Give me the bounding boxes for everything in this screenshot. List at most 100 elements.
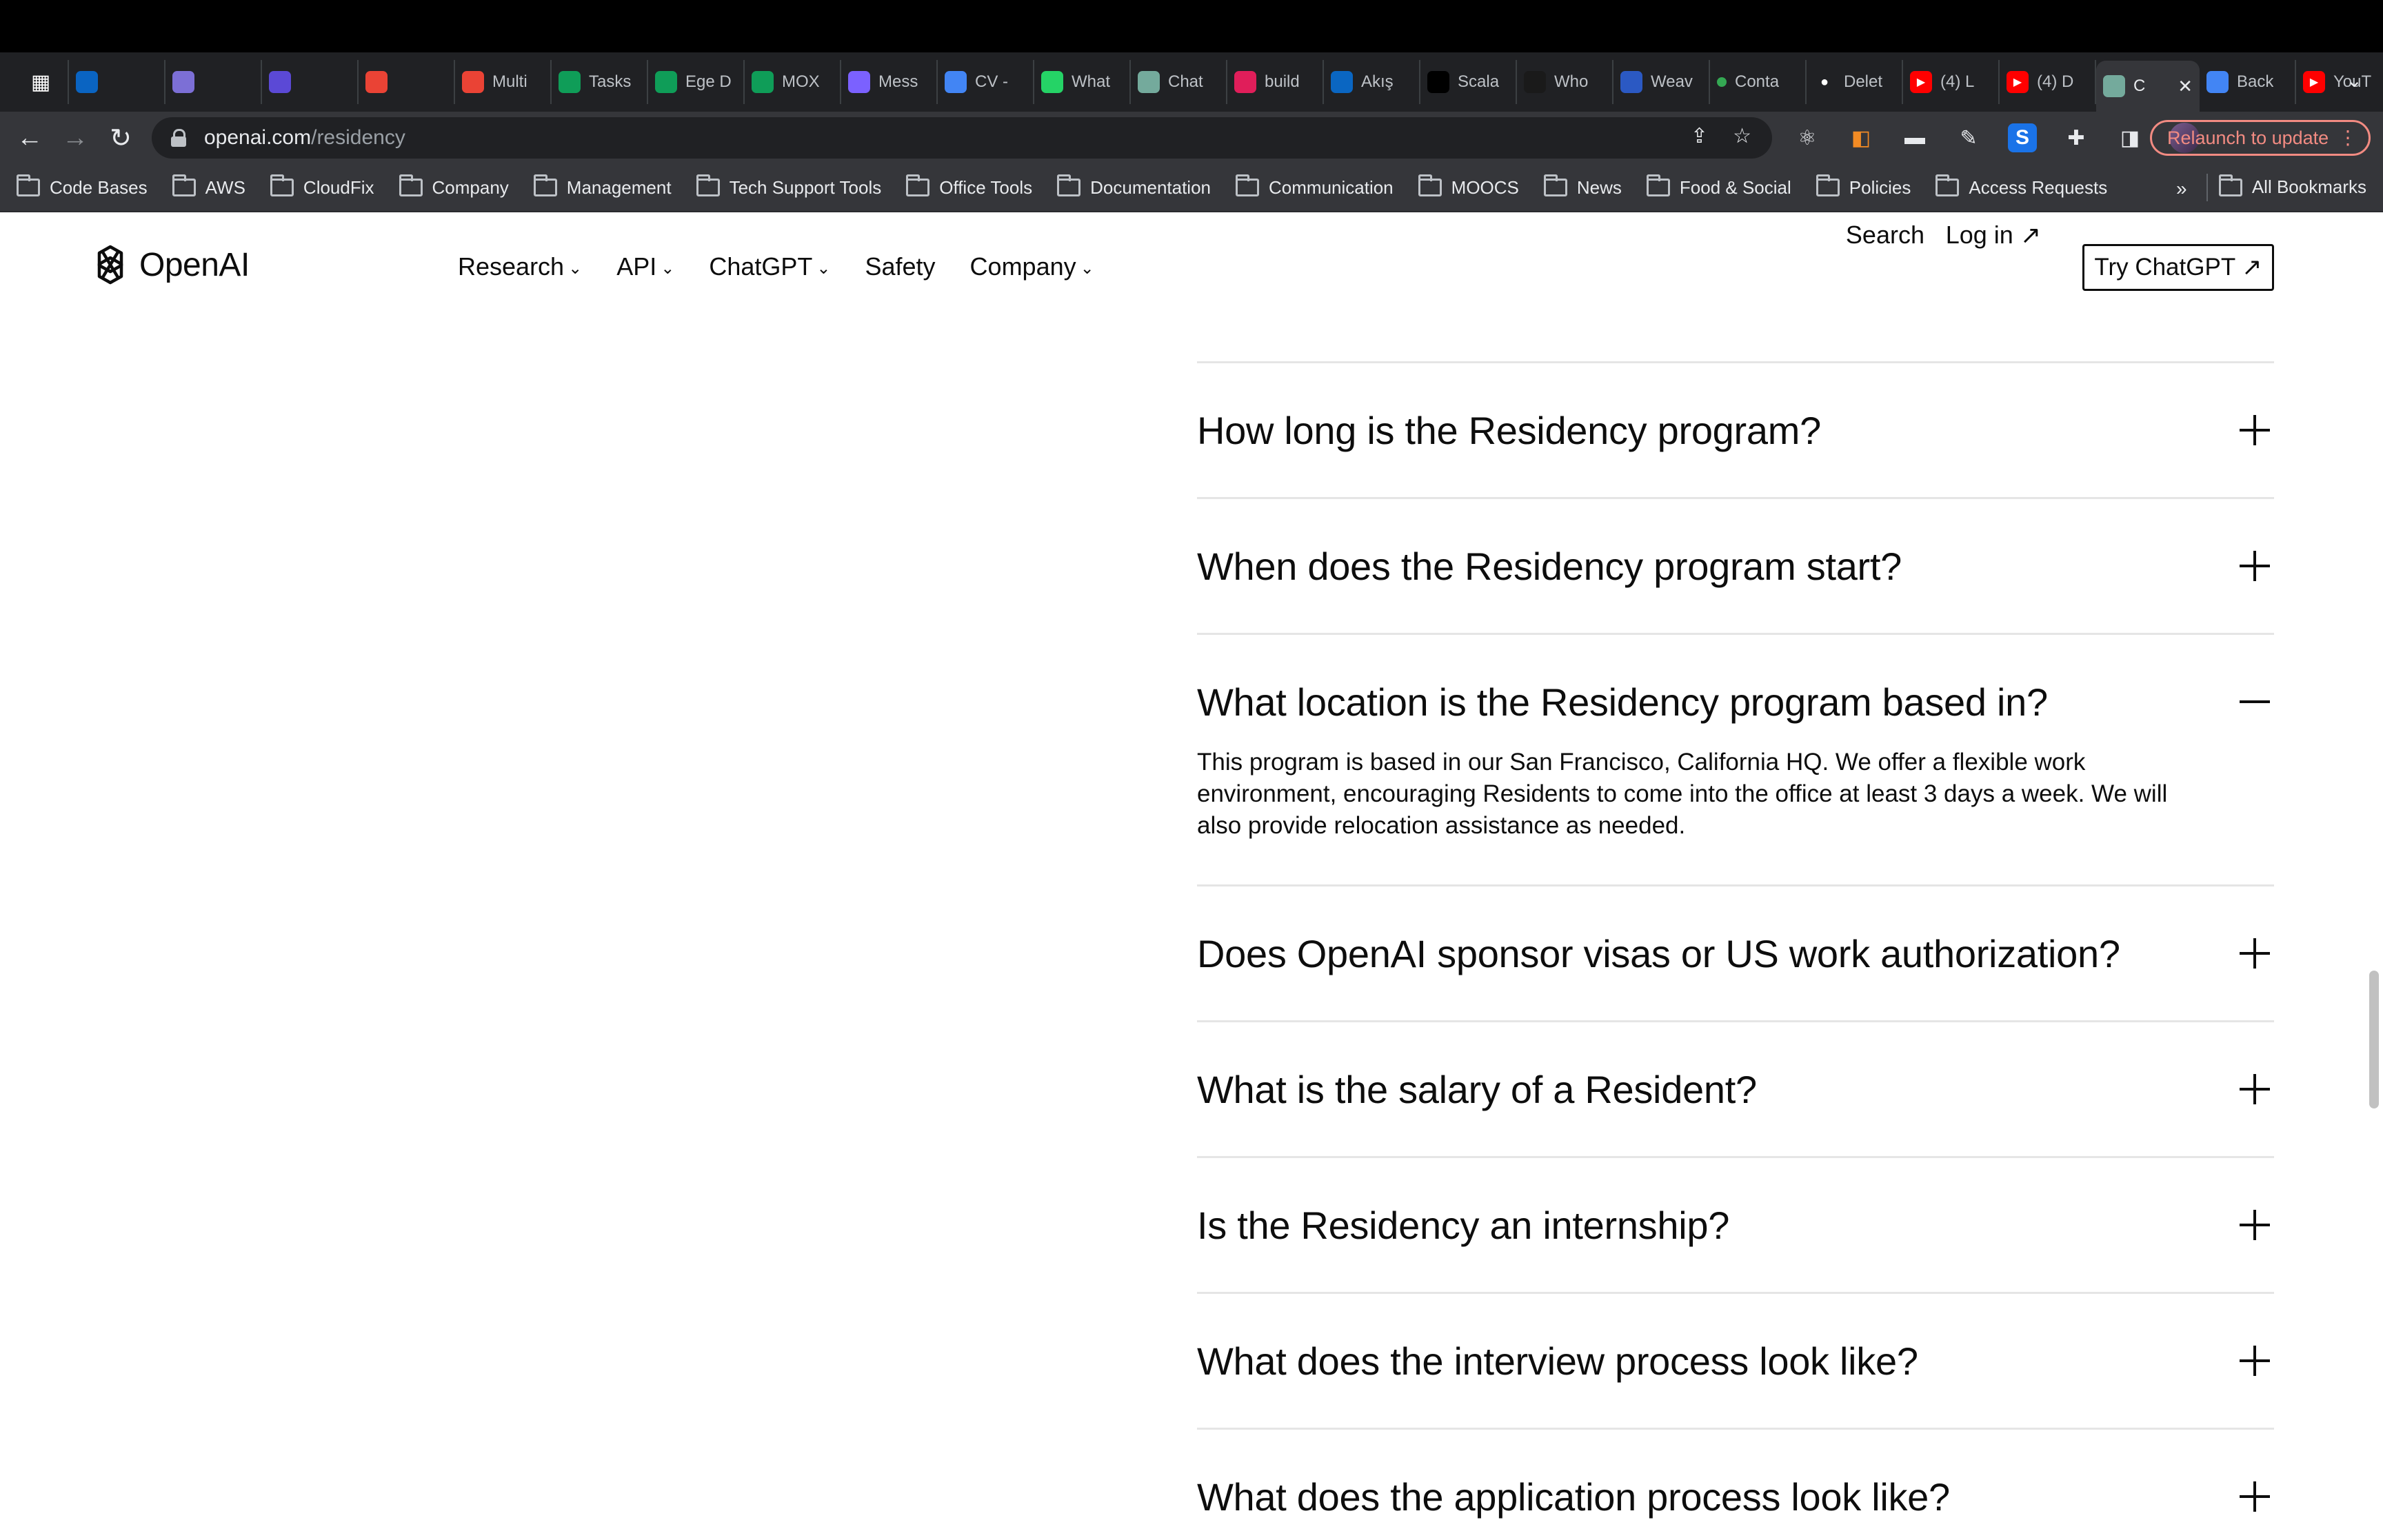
faq-question-toggle[interactable]: Does OpenAI sponsor visas or US work aut… bbox=[1197, 886, 2274, 1020]
faq-item: What does the interview process look lik… bbox=[1197, 1292, 2274, 1428]
search-link[interactable]: Search bbox=[1846, 221, 1924, 250]
react-devtools-icon[interactable]: ⚛ bbox=[1793, 123, 1822, 152]
lock-icon[interactable] bbox=[171, 129, 186, 147]
bookmark-folder[interactable]: Code Bases bbox=[17, 174, 148, 199]
messenger-icon bbox=[848, 71, 870, 93]
relaunch-button[interactable]: Relaunch to update ⋮ bbox=[2150, 120, 2371, 156]
browser-tab[interactable]: Akış bbox=[1324, 60, 1420, 104]
faq-question-toggle[interactable]: What does the application process look l… bbox=[1197, 1430, 2274, 1540]
bookmark-folder[interactable]: Communication bbox=[1236, 174, 1394, 199]
bookmark-folder[interactable]: Office Tools bbox=[906, 174, 1032, 199]
bookmark-folder[interactable]: Management bbox=[533, 174, 672, 199]
browser-tab[interactable]: MOX bbox=[745, 60, 841, 104]
browser-tab[interactable]: Back bbox=[2200, 60, 2296, 104]
bookmark-folder[interactable]: Tech Support Tools bbox=[696, 174, 881, 199]
url-host: openai.com bbox=[204, 126, 312, 149]
nav-item-safety[interactable]: Safety bbox=[865, 252, 935, 281]
bookmark-folder[interactable]: Access Requests bbox=[1935, 174, 2107, 199]
color-picker-icon[interactable]: ✎ bbox=[1954, 123, 1983, 152]
bookmark-folder[interactable]: Company bbox=[399, 174, 509, 199]
faq-question-toggle[interactable]: What is the salary of a Resident? bbox=[1197, 1022, 2274, 1156]
extensions-puzzle-icon[interactable]: ✚ bbox=[2062, 123, 2091, 152]
browser-tab-active[interactable]: C ✕ bbox=[2096, 61, 2200, 112]
side-panel-icon[interactable]: ◨ bbox=[2115, 123, 2144, 152]
browser-tab[interactable]: Multi bbox=[455, 60, 552, 104]
tab-search-chevron-icon[interactable]: ⌄ bbox=[2346, 69, 2362, 92]
faq-question: What does the application process look l… bbox=[1197, 1475, 1950, 1519]
bookmark-folder[interactable]: MOOCS bbox=[1418, 174, 1519, 199]
browser-tab[interactable]: build bbox=[1227, 60, 1324, 104]
plus-icon[interactable] bbox=[2240, 551, 2270, 581]
bookmark-folder[interactable]: Policies bbox=[1816, 174, 1911, 199]
browser-tab[interactable]: Weav bbox=[1613, 60, 1710, 104]
browser-tab[interactable]: Chat bbox=[1131, 60, 1227, 104]
browser-tab[interactable]: Conta bbox=[1710, 60, 1807, 104]
faq-question-toggle[interactable]: Is the Residency an internship? bbox=[1197, 1158, 2274, 1292]
address-bar[interactable]: openai.com/residency ⇪ ☆ bbox=[152, 117, 1772, 159]
browser-tab[interactable] bbox=[165, 60, 262, 104]
bookmark-folder[interactable]: Food & Social bbox=[1646, 174, 1791, 199]
openai-logo[interactable]: OpenAI bbox=[88, 243, 250, 287]
page-scrollbar[interactable] bbox=[2369, 971, 2379, 1108]
bookmark-label: News bbox=[1576, 176, 1622, 198]
reload-icon[interactable]: ↻ bbox=[98, 123, 143, 154]
plus-icon[interactable] bbox=[2240, 1481, 2270, 1512]
browser-tab[interactable] bbox=[69, 60, 165, 104]
nav-item-api[interactable]: API ⌄ bbox=[616, 252, 674, 281]
bookmark-star-icon[interactable]: ☆ bbox=[1733, 124, 1751, 148]
extension-hat-icon[interactable]: ▬ bbox=[1900, 123, 1929, 152]
close-tab-icon[interactable]: ✕ bbox=[2178, 76, 2193, 97]
tasks-icon bbox=[559, 71, 581, 93]
browser-tab[interactable]: ▦ bbox=[14, 60, 69, 104]
bookmark-folder[interactable]: AWS bbox=[172, 174, 245, 199]
login-link[interactable]: Log in ↗ bbox=[1946, 221, 2041, 250]
faq-item: When does the Residency program start? bbox=[1197, 497, 2274, 633]
folder-icon bbox=[17, 174, 40, 196]
faq-question-toggle[interactable]: What does the interview process look lik… bbox=[1197, 1294, 2274, 1428]
browser-tab[interactable]: ▶ (4) L bbox=[1903, 60, 2000, 104]
all-bookmarks-folder[interactable]: All Bookmarks bbox=[2218, 174, 2366, 198]
bookmarks-bar: Code Bases AWS CloudFix Company Management Te… bbox=[0, 164, 2383, 212]
browser-tab[interactable]: Scala bbox=[1420, 60, 1517, 104]
whatsapp-icon bbox=[1041, 71, 1063, 93]
browser-tab[interactable]: What bbox=[1034, 60, 1131, 104]
share-icon[interactable]: ⇪ bbox=[1691, 124, 1708, 148]
nav-item-research[interactable]: Research ⌄ bbox=[458, 252, 582, 281]
plus-icon[interactable] bbox=[2240, 1210, 2270, 1240]
back-arrow-icon[interactable]: ← bbox=[7, 123, 52, 153]
browser-tab[interactable]: CV - bbox=[938, 60, 1034, 104]
browser-tab[interactable]: Tasks bbox=[552, 60, 648, 104]
faq-question-toggle[interactable]: When does the Residency program start? bbox=[1197, 499, 2274, 633]
browser-tab[interactable]: Mess bbox=[841, 60, 938, 104]
forward-arrow-icon[interactable]: → bbox=[52, 123, 98, 153]
folder-icon bbox=[270, 174, 294, 196]
bookmarks-overflow-chevron-icon[interactable]: » bbox=[2176, 178, 2187, 200]
plus-icon[interactable] bbox=[2240, 938, 2270, 969]
browser-tab[interactable] bbox=[262, 60, 359, 104]
extension-orange-icon[interactable]: ◧ bbox=[1847, 123, 1876, 152]
plus-icon[interactable] bbox=[2240, 1346, 2270, 1376]
browser-tab[interactable]: Who bbox=[1517, 60, 1613, 104]
minus-icon[interactable] bbox=[2240, 687, 2270, 717]
tab-title: build bbox=[1265, 72, 1300, 91]
faq-question-toggle[interactable]: How long is the Residency program? bbox=[1197, 363, 2274, 497]
browser-tab[interactable]: Ege D bbox=[648, 60, 745, 104]
bookmark-folder[interactable]: CloudFix bbox=[270, 174, 374, 199]
bookmark-folder[interactable]: Documentation bbox=[1057, 174, 1211, 199]
bookmark-folder[interactable]: News bbox=[1543, 174, 1622, 199]
browser-tab[interactable]: ▶ (4) D bbox=[2000, 60, 2096, 104]
tab-strip: ▦ Multi Tasks Ege D MOX Mess CV - What Chat build… bbox=[0, 52, 2383, 112]
more-menu-icon[interactable]: ⋮ bbox=[2338, 126, 2357, 149]
browser-tab[interactable] bbox=[359, 60, 455, 104]
circle-logo-icon bbox=[172, 71, 194, 93]
bookmark-label: AWS bbox=[205, 176, 245, 198]
plus-icon[interactable] bbox=[2240, 415, 2270, 445]
nav-item-company[interactable]: Company ⌄ bbox=[970, 252, 1094, 281]
browser-tab[interactable]: ● Delet bbox=[1807, 60, 1903, 104]
plus-icon[interactable] bbox=[2240, 1074, 2270, 1104]
nav-item-chatgpt[interactable]: ChatGPT ⌄ bbox=[709, 252, 830, 281]
browser-tab[interactable]: ▶ YouT bbox=[2296, 60, 2383, 104]
faq-question: Does OpenAI sponsor visas or US work aut… bbox=[1197, 931, 2120, 975]
try-chatgpt-button[interactable]: Try ChatGPT ↗ bbox=[2082, 244, 2274, 291]
extension-s-icon[interactable]: S bbox=[2008, 123, 2037, 152]
